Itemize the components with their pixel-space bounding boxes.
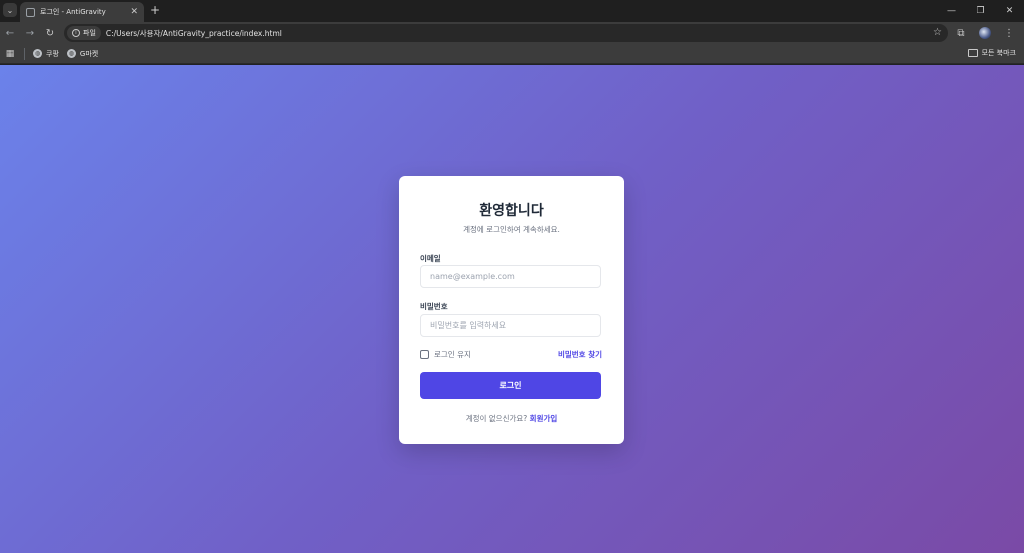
globe-icon: ◍ (33, 49, 42, 58)
password-field[interactable] (420, 314, 601, 337)
close-window-icon[interactable]: ✕ (995, 0, 1024, 22)
all-bookmarks-label: 모든 북마크 (981, 49, 1016, 57)
restore-icon[interactable]: ❐ (966, 0, 995, 22)
page-title: 환영합니다 (479, 203, 544, 219)
remember-me[interactable]: 로그인 유지 (420, 349, 471, 360)
minimize-icon[interactable]: — (937, 0, 966, 22)
tab-search-icon[interactable]: ⌄ (3, 3, 17, 17)
url-text[interactable]: C:/Users/사용자/AntiGravity_practice/index.… (106, 28, 282, 39)
password-label: 비밀번호 (420, 302, 448, 311)
reload-icon[interactable]: ↻ (40, 23, 60, 43)
globe-icon: ◍ (66, 49, 76, 58)
bookmark-item[interactable]: ◍ G마켓 (66, 49, 99, 59)
browser-toolbar: ← → ↻ i 파일 C:/Users/사용자/AntiGravity_prac… (0, 22, 1024, 44)
page-favicon-icon (26, 7, 35, 17)
page-subtitle: 계정에 로그인하여 계속하세요. (463, 225, 560, 234)
extensions-icon[interactable]: ⧉ (952, 24, 970, 42)
remember-label: 로그인 유지 (434, 350, 471, 359)
back-arrow-icon[interactable]: ← (0, 23, 20, 43)
bookmarks-bar: ▦ ◍ 쿠팡 ◍ G마켓 모든 북마크 (0, 44, 1024, 64)
window-controls: — ❐ ✕ (937, 0, 1024, 22)
tab-title: 로그인 - AntiGravity (40, 8, 106, 16)
remember-checkbox[interactable] (420, 350, 429, 359)
login-card: 환영합니다 계정에 로그인하여 계속하세요. 이메일 비밀번호 로그인 유지 비… (399, 176, 624, 444)
page-viewport: 환영합니다 계정에 로그인하여 계속하세요. 이메일 비밀번호 로그인 유지 비… (0, 65, 1024, 553)
login-button[interactable]: 로그인 (420, 372, 601, 399)
signup-link[interactable]: 회원가입 (530, 414, 558, 423)
new-tab-button[interactable]: + (148, 3, 162, 17)
site-info-chip[interactable]: i 파일 (67, 26, 101, 40)
info-icon: i (72, 29, 80, 37)
email-label: 이메일 (420, 254, 441, 263)
forward-arrow-icon[interactable]: → (20, 23, 40, 43)
all-bookmarks-button[interactable]: 모든 북마크 (967, 48, 1016, 58)
tab-strip: ⌄ 로그인 - AntiGravity ✕ + — ❐ ✕ (0, 0, 1024, 22)
no-account-text: 계정이 없으신가요? (465, 414, 528, 423)
signup-prompt: 계정이 없으신가요? 회원가입 (399, 413, 624, 424)
address-bar[interactable]: i 파일 C:/Users/사용자/AntiGravity_practice/i… (64, 24, 948, 42)
more-menu-icon[interactable]: ⋮ (1000, 24, 1018, 42)
folder-icon (967, 49, 978, 57)
bookmark-item[interactable]: ◍ 쿠팡 (33, 49, 59, 59)
bookmark-label: 쿠팡 (46, 49, 59, 58)
browser-tab[interactable]: 로그인 - AntiGravity ✕ (20, 2, 144, 22)
bookmarks-divider (24, 47, 25, 60)
apps-grid-icon[interactable]: ▦ (4, 49, 16, 59)
bookmark-label: G마켓 (79, 49, 99, 58)
profile-avatar[interactable] (976, 24, 994, 42)
avatar (979, 27, 991, 39)
tab-close-icon[interactable]: ✕ (130, 7, 138, 17)
bookmark-star-icon[interactable]: ☆ (933, 27, 942, 38)
email-field[interactable] (420, 265, 601, 288)
forgot-password-link[interactable]: 비밀번호 찾기 (558, 349, 602, 360)
site-chip-label: 파일 (83, 29, 96, 37)
toolbar-actions: ⧉ ⋮ (952, 24, 1018, 42)
